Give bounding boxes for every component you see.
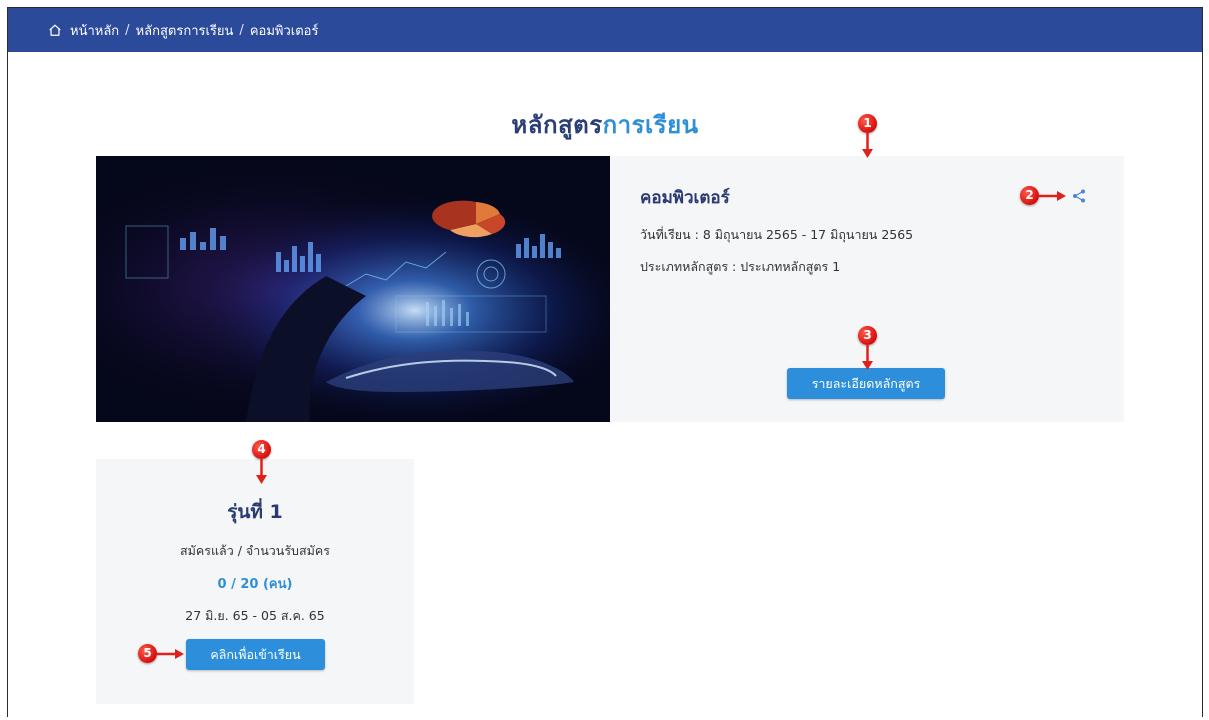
arrow-right-icon (157, 648, 184, 659)
breadcrumb-section[interactable]: หลักสูตรการเรียน (136, 20, 234, 41)
marker-number: 1 (858, 114, 877, 133)
app-frame: หน้าหลัก / หลักสูตรการเรียน / คอมพิวเตอร… (7, 7, 1203, 717)
batch-dates: 27 มิ.ย. 65 - 05 ส.ค. 65 (185, 608, 325, 623)
arrow-right-icon (1039, 190, 1066, 201)
page-title-part2: การเรียน (602, 111, 699, 139)
home-icon[interactable] (48, 23, 62, 37)
page-title-part1: หลักสูตร (511, 111, 603, 139)
breadcrumb-current: คอมพิวเตอร์ (249, 23, 319, 39)
marker-number: 4 (252, 440, 271, 459)
marker-number: 2 (1020, 186, 1039, 205)
annotation-marker-2: 2 (1020, 186, 1067, 205)
course-type: ประเภทหลักสูตร : ประเภทหลักสูตร 1 (640, 259, 841, 274)
marker-number: 5 (138, 644, 157, 663)
arrow-down-icon (256, 459, 267, 484)
course-info: คอมพิวเตอร์ วันที่เรียน : 8 มิถุนายน 256… (640, 184, 913, 289)
course-name: คอมพิวเตอร์ (640, 188, 730, 208)
batch-enrollment-count: 0 / 20 (คน) (217, 577, 293, 592)
course-hero-illustration (96, 156, 610, 422)
breadcrumb-home[interactable]: หน้าหลัก (70, 20, 119, 41)
batch-card: รุ่นที่ 1 สมัครแล้ว / จำนวนรับสมัคร 0 / … (96, 459, 414, 704)
annotation-marker-5: 5 (138, 644, 185, 663)
page-title: หลักสูตรการเรียน (8, 105, 1202, 144)
breadcrumb-separator: / (239, 22, 244, 38)
annotation-marker-1: 1 (858, 114, 877, 163)
annotation-marker-4: 4 (252, 440, 271, 489)
enter-class-button[interactable]: คลิกเพื่อเข้าเรียน (186, 639, 325, 670)
breadcrumb-bar: หน้าหลัก / หลักสูตรการเรียน / คอมพิวเตอร… (8, 8, 1202, 52)
course-dates: วันที่เรียน : 8 มิถุนายน 2565 - 17 มิถุน… (640, 227, 914, 242)
arrow-down-icon (862, 345, 873, 370)
share-icon[interactable] (1071, 188, 1087, 204)
annotation-marker-3: 3 (858, 326, 877, 375)
arrow-down-icon (862, 133, 873, 158)
course-image (96, 156, 610, 422)
course-card: คอมพิวเตอร์ วันที่เรียน : 8 มิถุนายน 256… (96, 156, 1124, 422)
breadcrumb-separator: / (125, 22, 130, 38)
batch-enrollment-label: สมัครแล้ว / จำนวนรับสมัคร (180, 543, 330, 558)
marker-number: 3 (858, 326, 877, 345)
batch-title: รุ่นที่ 1 (227, 501, 283, 523)
